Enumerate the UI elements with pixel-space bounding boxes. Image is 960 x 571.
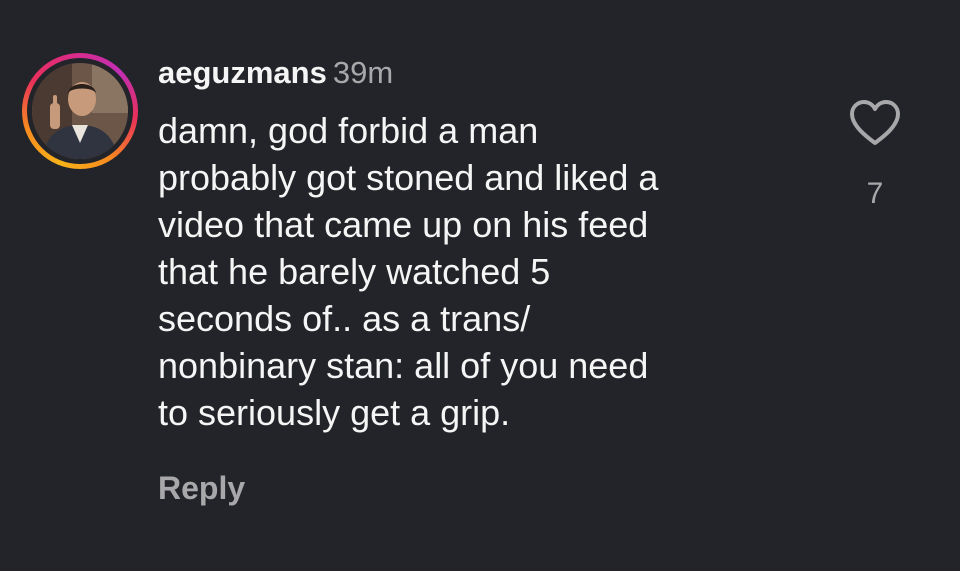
avatar-story-ring[interactable] [22,53,138,169]
comment-text: damn, god forbid a man probably got ston… [158,107,798,436]
avatar-ring-gap [27,58,133,164]
comment-text-line: to seriously get a grip. [158,392,511,433]
reply-button[interactable]: Reply [158,469,245,507]
comment-text-line: nonbinary stan: all of you need [158,345,649,386]
comment-text-line: damn, god forbid a man [158,110,539,151]
comment-text-line: seconds of.. as a trans/ [158,298,531,339]
heart-outline-icon [850,100,900,145]
comment-header: aeguzmans 39m [158,55,393,91]
like-button[interactable] [848,98,902,148]
like-count: 7 [866,177,884,210]
username-link[interactable]: aeguzmans [158,55,327,90]
comment: aeguzmans 39m damn, god forbid a man prob… [0,0,960,571]
avatar-photo [32,63,128,159]
avatar[interactable] [32,63,128,159]
comment-text-line: that he barely watched 5 [158,251,551,292]
comment-text-line: probably got stoned and liked a [158,157,659,198]
comment-text-line: video that came up on his feed [158,204,649,245]
comment-timestamp: 39m [332,55,394,90]
